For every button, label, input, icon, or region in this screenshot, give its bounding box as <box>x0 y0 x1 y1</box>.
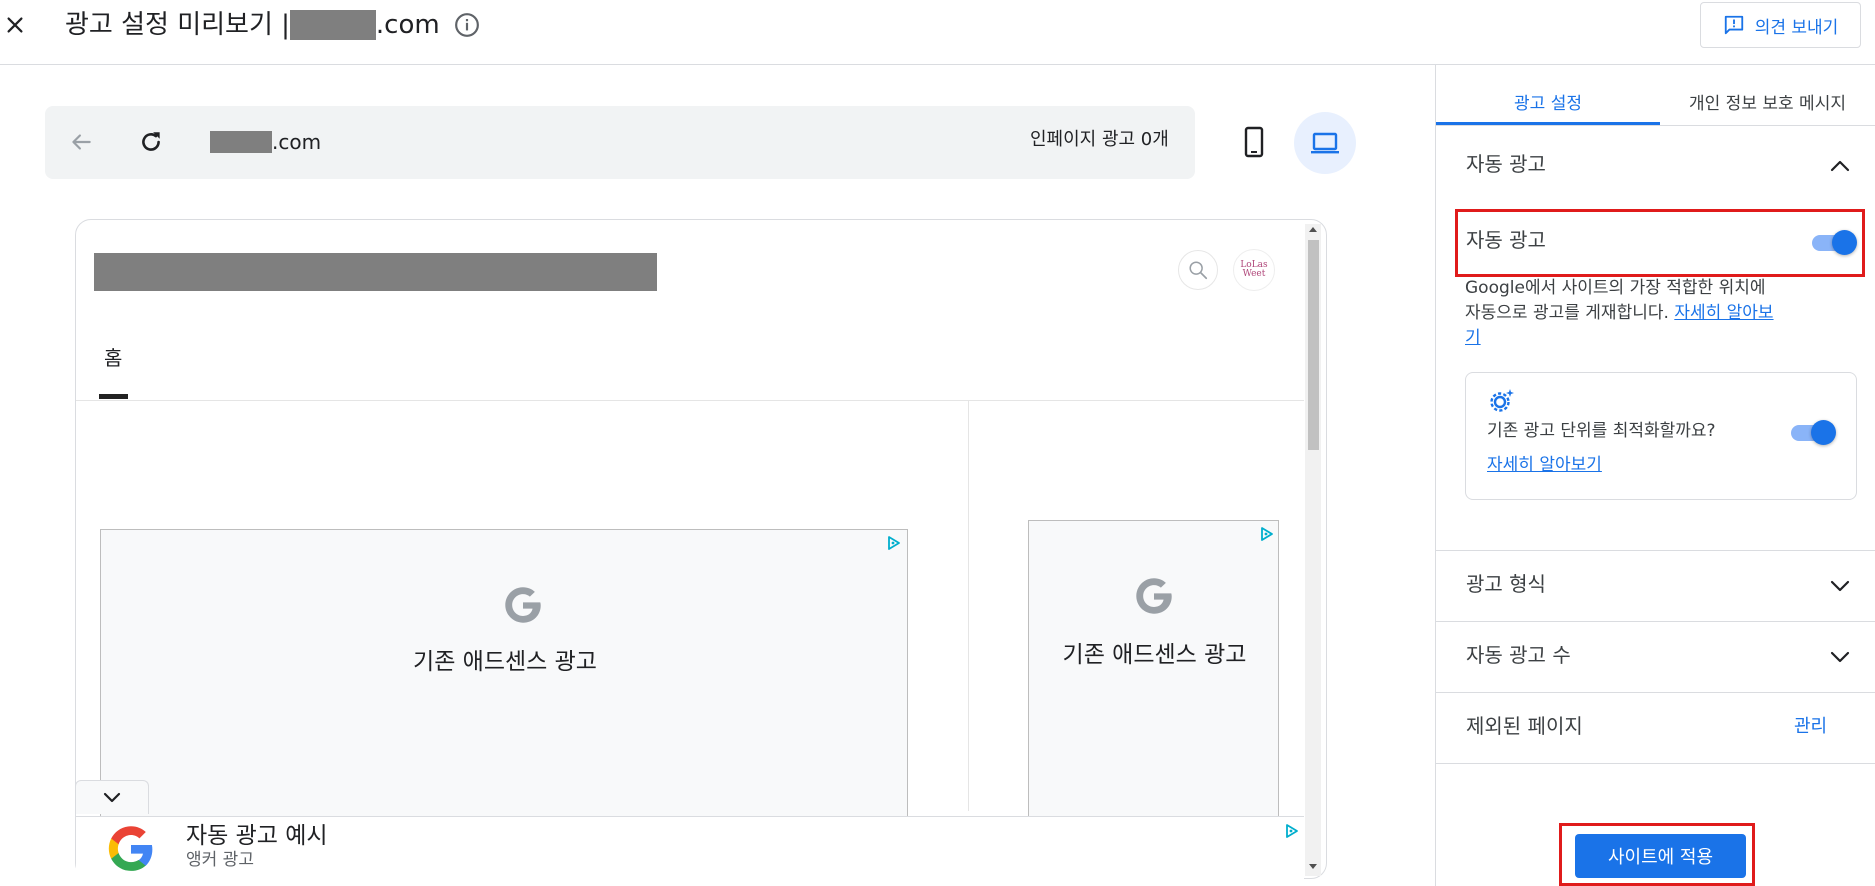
refresh-icon <box>142 132 160 151</box>
optimize-question: 기존 광고 단위를 최적화할까요? <box>1487 421 1716 441</box>
anchor-ad-title: 자동 광고 예시 <box>186 823 328 849</box>
arrow-back-icon <box>72 134 91 150</box>
redacted-site-title <box>94 253 657 291</box>
auto-optimize-gear-icon <box>1488 387 1516 413</box>
section-divider <box>1436 692 1875 693</box>
existing-adsense-ad-main[interactable]: 기존 애드센스 광고 <box>100 529 908 819</box>
site-logo[interactable]: LoLas Weet <box>1233 249 1275 291</box>
auto-ads-toggle-label: 자동 광고 <box>1466 228 1546 252</box>
desktop-view-button[interactable] <box>1294 112 1356 174</box>
feedback-icon <box>1724 15 1743 35</box>
anchor-collapse-button[interactable] <box>75 780 149 814</box>
preview-scrollbar-thumb[interactable] <box>1308 240 1319 450</box>
ad-choices-icon[interactable] <box>1259 526 1275 542</box>
home-tab-indicator <box>99 394 128 399</box>
optimize-learn-more-link[interactable]: 자세히 알아보기 <box>1487 452 1602 478</box>
site-search-button[interactable] <box>1178 250 1218 290</box>
excluded-pages-title: 제외된 페이지 <box>1466 714 1583 738</box>
site-sidebar-divider <box>968 401 969 811</box>
chevron-down-icon[interactable] <box>1828 574 1852 598</box>
anchor-ad-subtitle: 앵커 광고 <box>186 850 254 870</box>
ad-main-label: 기존 애드센스 광고 <box>413 649 597 675</box>
tab-privacy-messages[interactable]: 개인 정보 보호 메시지 <box>1660 76 1875 126</box>
manage-excluded-pages-link[interactable]: 관리 <box>1794 714 1827 740</box>
google-color-logo-icon <box>106 824 156 874</box>
page-title-suffix: .com <box>375 10 440 40</box>
laptop-icon <box>1311 132 1339 154</box>
apply-to-site-button[interactable]: 사이트에 적용 <box>1575 834 1746 878</box>
inpage-ads-count: 인페이지 광고 0개 <box>1030 129 1169 150</box>
google-g-icon <box>1129 571 1179 621</box>
chevron-down-icon <box>103 792 121 802</box>
info-icon[interactable] <box>454 12 480 38</box>
close-icon <box>7 17 23 33</box>
google-g-icon <box>498 580 548 630</box>
section-divider <box>1436 621 1875 622</box>
page-title-prefix: 광고 설정 미리보기 | <box>65 10 290 40</box>
tabs-divider <box>1436 125 1875 126</box>
preview-url: .com <box>210 128 321 156</box>
ad-formats-title[interactable]: 광고 형식 <box>1466 570 1546 598</box>
chevron-up-icon[interactable] <box>1828 154 1852 178</box>
send-feedback-button[interactable]: 의견 보내기 <box>1700 2 1861 48</box>
close-button[interactable] <box>0 10 30 40</box>
redacted-domain <box>289 10 376 40</box>
section-divider <box>1436 550 1875 551</box>
scroll-down-arrow-icon[interactable] <box>1306 860 1320 874</box>
site-nav-home[interactable]: 홈 <box>104 344 122 372</box>
scroll-up-arrow-icon[interactable] <box>1306 222 1320 236</box>
auto-ads-toggle[interactable] <box>1810 229 1857 255</box>
redacted-domain <box>210 131 272 153</box>
ad-choices-icon[interactable] <box>1284 823 1300 839</box>
page-title: 광고 설정 미리보기 | .com <box>65 7 480 43</box>
ad-choices-icon[interactable] <box>886 535 902 551</box>
ad-load-title[interactable]: 자동 광고 수 <box>1466 641 1571 669</box>
search-icon <box>1189 261 1208 280</box>
preview-url-suffix: .com <box>272 130 322 154</box>
existing-adsense-ad-side[interactable]: 기존 애드센스 광고 <box>1028 520 1279 820</box>
chevron-down-icon[interactable] <box>1828 645 1852 669</box>
section-divider <box>1436 763 1875 764</box>
back-button[interactable] <box>65 126 97 158</box>
site-nav-divider <box>76 400 1304 401</box>
optimize-existing-ads-toggle[interactable] <box>1789 419 1836 445</box>
auto-ads-description: Google에서 사이트의 가장 적합한 위치에 자동으로 광고를 게재합니다.… <box>1465 276 1785 351</box>
ad-side-label: 기존 애드센스 광고 <box>1062 642 1247 668</box>
tab-ad-settings[interactable]: 광고 설정 <box>1436 76 1660 126</box>
site-logo-line2: Weet <box>1242 269 1266 279</box>
send-feedback-label: 의견 보내기 <box>1754 17 1839 38</box>
reload-button[interactable] <box>135 126 167 158</box>
mobile-view-button[interactable] <box>1232 115 1276 169</box>
smartphone-icon <box>1244 126 1264 158</box>
auto-ads-section-title[interactable]: 자동 광고 <box>1466 150 1546 178</box>
